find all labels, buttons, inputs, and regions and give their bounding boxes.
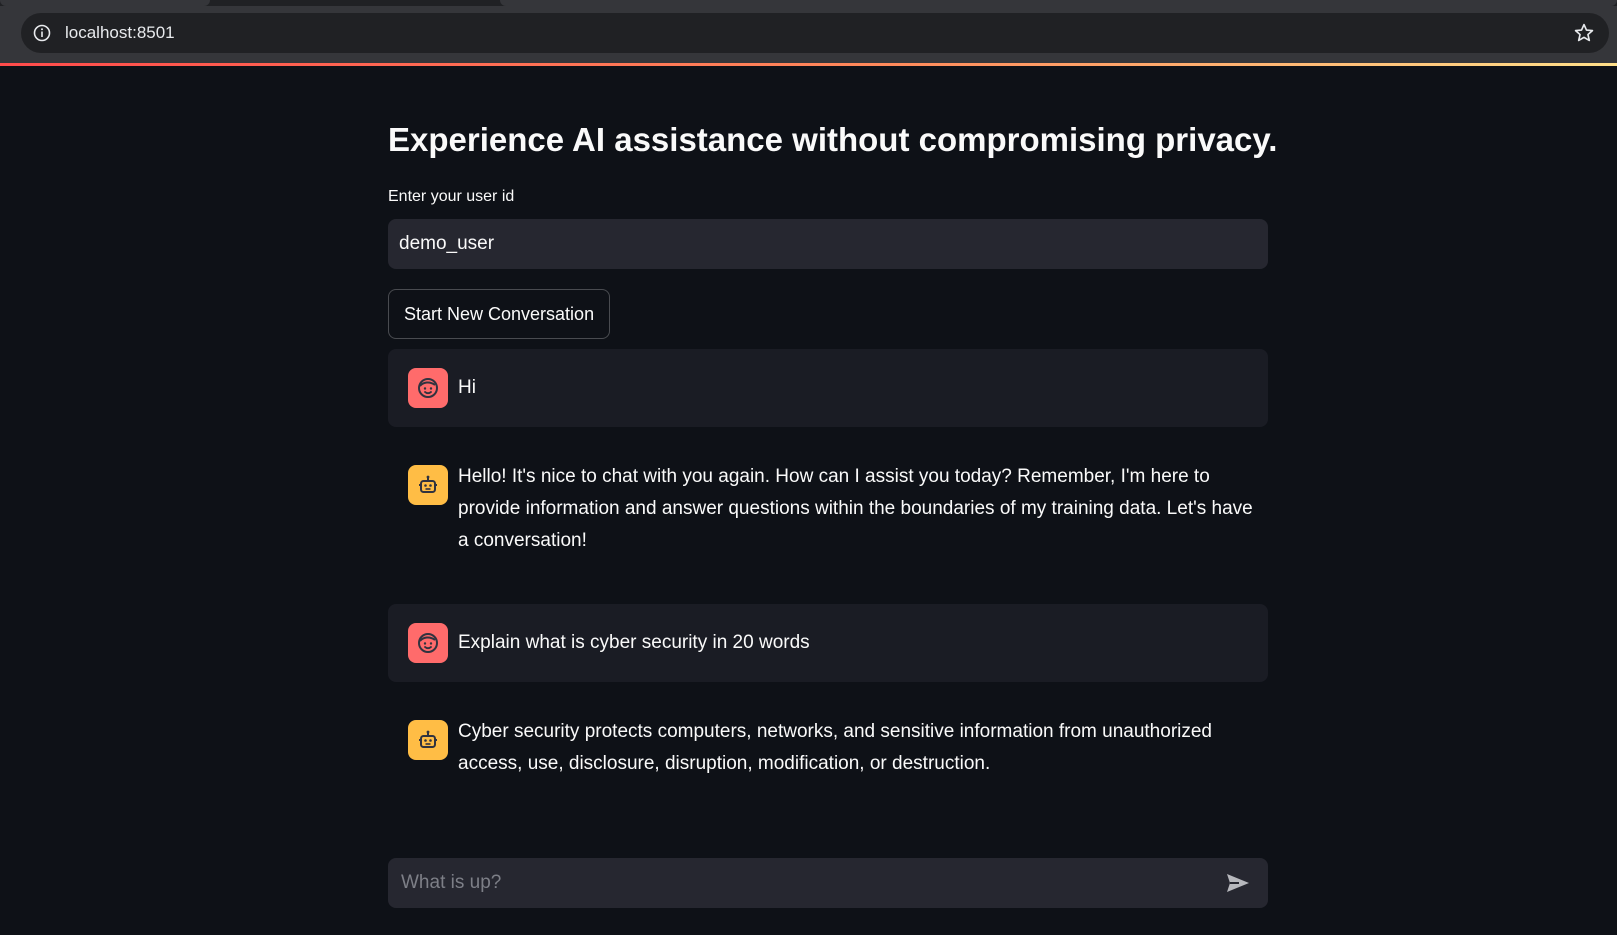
send-arrow-icon[interactable] [1223,868,1253,898]
chat-message-text: Hello! It's nice to chat with you again.… [458,466,1253,551]
chat-message-text: Cyber security protects computers, netwo… [458,721,1212,774]
chat-input-container [388,858,1268,908]
browser-toolbar: localhost:8501 [0,6,1617,65]
smiling-face-icon [408,368,448,408]
chat-message-user: Hi [388,349,1268,427]
robot-icon [408,465,448,505]
page-title: Experience AI assistance without comprom… [388,121,1278,158]
chat-message-user: Explain what is cyber security in 20 wor… [388,604,1268,682]
chat-input[interactable] [399,871,1223,895]
chat-message-text: Hi [458,377,476,398]
app-main: Experience AI assistance without comprom… [0,66,1617,935]
address-bar-url: localhost:8501 [65,23,175,42]
star-icon[interactable] [1573,22,1595,44]
chat-message-assistant: Hello! It's nice to chat with you again.… [388,447,1268,578]
address-bar[interactable]: localhost:8501 [21,13,1609,53]
robot-icon [408,720,448,760]
user-id-input[interactable]: demo_user [388,219,1268,269]
chat-message-text: Explain what is cyber security in 20 wor… [458,632,810,653]
smiling-face-icon [408,623,448,663]
user-id-label: Enter your user id [388,188,515,205]
info-icon[interactable] [33,24,51,42]
chat-message-assistant: Cyber security protects computers, netwo… [388,702,1268,802]
start-new-conversation-button[interactable]: Start New Conversation [388,289,611,339]
